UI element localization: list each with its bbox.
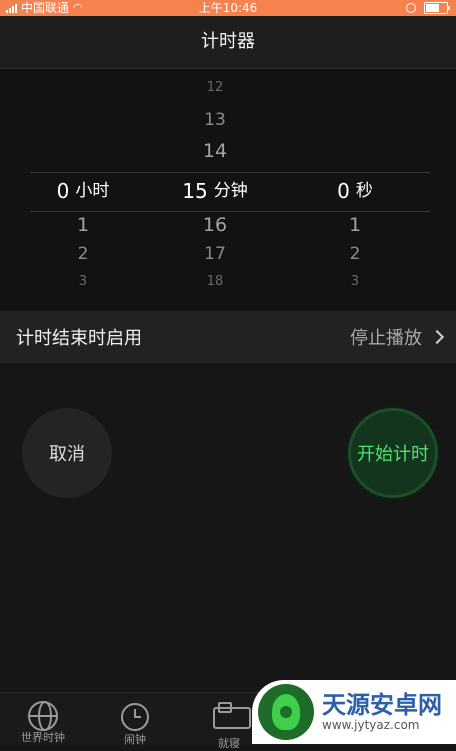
picker-selected-number: 15 [182, 179, 208, 203]
status-right [406, 2, 450, 14]
tab-alarm[interactable]: 闹钟 [100, 701, 170, 747]
picker-column-hours[interactable]: 0 小时 1 2 3 [38, 69, 128, 309]
picker-value[interactable]: 2 [38, 244, 128, 264]
when-timer-ends-row[interactable]: 计时结束时启用 停止播放 [0, 311, 456, 363]
page-title: 计时器 [201, 31, 255, 52]
when-timer-ends-value: 停止播放 [350, 324, 445, 350]
tab-label: 闹钟 [124, 733, 146, 746]
picker-unit-label: 秒 [355, 181, 373, 201]
picker-value[interactable]: 12 [170, 80, 260, 95]
picker-value[interactable]: 17 [170, 244, 260, 264]
watermark-url: www.jytyaz.com [322, 718, 420, 732]
picker-value[interactable]: 3 [38, 274, 128, 289]
start-button[interactable]: 开始计时 [348, 408, 438, 498]
watermark-title: 天源安卓网 [322, 691, 442, 719]
alarm-clock-icon [121, 703, 149, 731]
picker-selected-value[interactable]: 0 小时 [38, 172, 128, 210]
ending-sound-value: 停止播放 [350, 328, 422, 349]
picker-value[interactable]: 1 [310, 214, 400, 236]
tab-label: 世界时钟 [21, 731, 65, 744]
picker-value[interactable]: 18 [170, 274, 260, 289]
start-button-label: 开始计时 [357, 444, 429, 465]
picker-value[interactable]: 3 [310, 274, 400, 289]
picker-selected-number: 0 [56, 179, 70, 203]
watermark-logo-icon [258, 684, 314, 740]
when-timer-ends-label: 计时结束时启用 [16, 328, 142, 349]
picker-column-seconds[interactable]: 0秒 1 2 3 [310, 69, 400, 309]
picker-selected-value[interactable]: 15 分钟 [170, 172, 260, 210]
picker-value[interactable]: 1 [38, 214, 128, 236]
watermark: 天源安卓网 www.jytyaz.com [252, 680, 456, 744]
picker-unit-label: 分钟 [213, 181, 248, 201]
battery-icon [424, 2, 450, 14]
cancel-button[interactable]: 取消 [22, 408, 112, 498]
globe-icon [28, 701, 58, 731]
picker-selected-value[interactable]: 0秒 [310, 172, 400, 210]
picker-value[interactable]: 16 [170, 214, 260, 236]
nav-bar: 计时器 [0, 16, 456, 69]
picker-unit-label: 小时 [75, 181, 110, 201]
orientation-lock-icon [406, 3, 416, 13]
picker-value[interactable]: 13 [170, 110, 260, 130]
picker-selected-number: 0 [337, 179, 350, 203]
bed-icon [213, 702, 251, 729]
cancel-button-label: 取消 [49, 444, 85, 465]
picker-value[interactable]: 2 [310, 244, 400, 264]
status-time: 上午10:46 [198, 1, 258, 15]
tab-world-clock[interactable]: 世界时钟 [8, 701, 78, 745]
picker-column-minutes[interactable]: 12 13 14 15 分钟 16 17 18 [170, 69, 260, 309]
picker-value[interactable]: 14 [170, 140, 260, 162]
status-bar: 中国联通 ◠ 上午10:46 [0, 0, 456, 16]
chevron-right-icon [429, 329, 445, 345]
duration-picker[interactable]: 0 小时 1 2 3 12 13 14 15 分钟 16 17 18 0秒123 [0, 69, 456, 309]
